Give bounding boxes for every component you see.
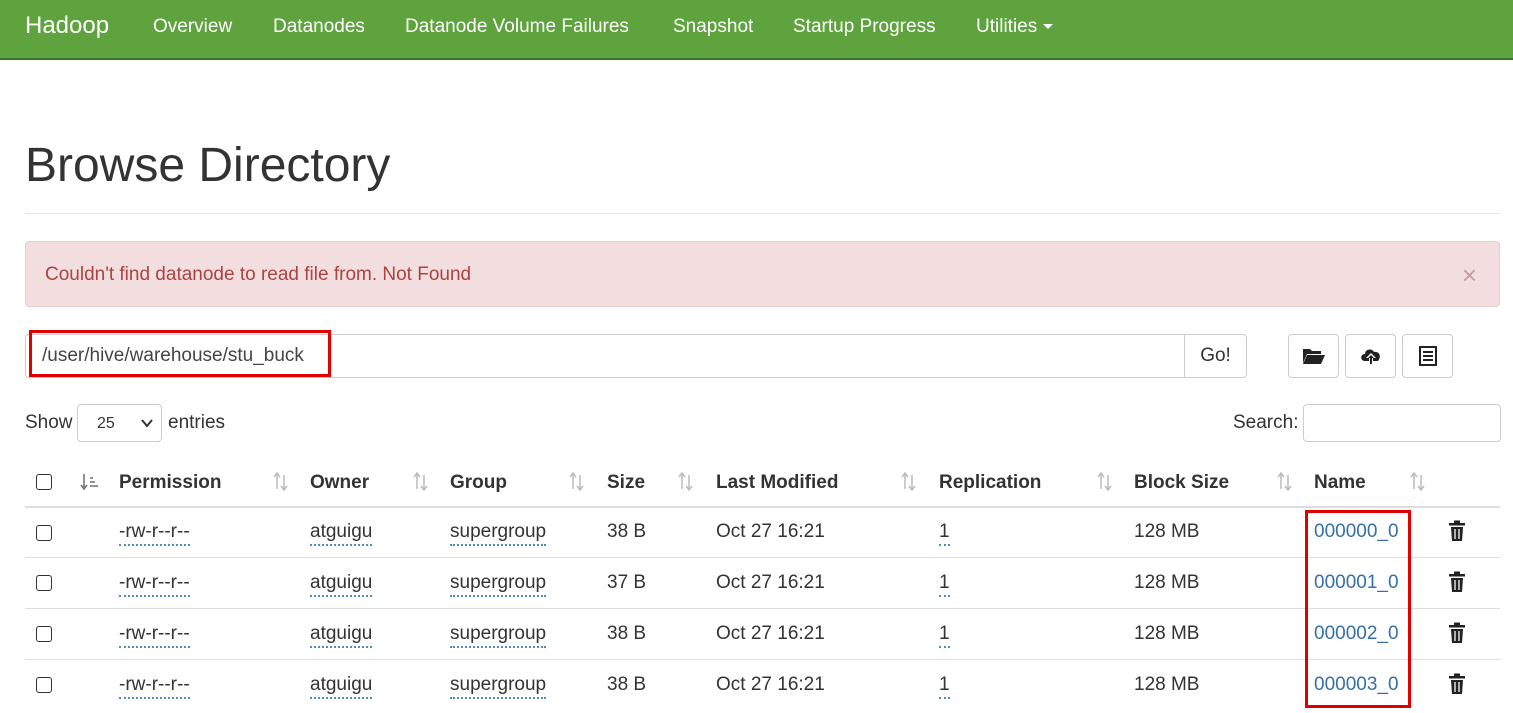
cell-replication[interactable]: 1 (939, 572, 950, 597)
title-divider (25, 213, 1500, 214)
cell-permission[interactable]: -rw-r--r-- (119, 572, 190, 597)
cell-replication[interactable]: 1 (939, 521, 950, 546)
caret-down-icon (1043, 24, 1054, 30)
col-replication[interactable]: Replication (939, 472, 1041, 494)
sort-icon[interactable] (677, 472, 695, 492)
cell-name-link[interactable]: 000001_0 (1314, 572, 1399, 594)
cell-owner[interactable]: atguigu (310, 674, 373, 699)
cell-size: 38 B (607, 521, 647, 542)
cell-size: 38 B (607, 674, 647, 695)
nav-utilities-label: Utilities (976, 16, 1038, 37)
cell-last-modified: Oct 27 16:21 (716, 572, 825, 593)
cell-permission[interactable]: -rw-r--r-- (119, 521, 190, 546)
select-all-checkbox[interactable] (36, 474, 52, 490)
table-row: -rw-r--r-- atguigu supergroup 37 B Oct 2… (25, 558, 1500, 609)
col-group[interactable]: Group (450, 472, 507, 494)
cell-group[interactable]: supergroup (450, 623, 547, 648)
folder-open-icon (1302, 349, 1325, 364)
sort-icon[interactable] (900, 472, 918, 492)
row-checkbox[interactable] (36, 677, 52, 693)
cell-size: 38 B (607, 623, 647, 644)
nav-utilities-dropdown[interactable]: Utilities (976, 16, 1054, 38)
sort-icon[interactable] (1409, 472, 1427, 492)
brand-logo[interactable]: Hadoop (25, 12, 109, 40)
page-title: Browse Directory (25, 139, 391, 192)
table-row: -rw-r--r-- atguigu supergroup 38 B Oct 2… (25, 609, 1500, 660)
cell-group[interactable]: supergroup (450, 521, 547, 546)
cell-replication[interactable]: 1 (939, 623, 950, 648)
nav-datanode-volume-failures[interactable]: Datanode Volume Failures (405, 16, 629, 38)
navbar: Hadoop Overview Datanodes Datanode Volum… (0, 0, 1513, 60)
trash-icon[interactable] (1448, 622, 1466, 644)
trash-icon[interactable] (1448, 520, 1466, 542)
cell-owner[interactable]: atguigu (310, 521, 373, 546)
cut-paste-button[interactable] (1402, 334, 1453, 378)
entries-label: entries (168, 412, 226, 433)
nav-overview[interactable]: Overview (153, 16, 232, 38)
cell-name-link[interactable]: 000000_0 (1314, 521, 1399, 543)
page-size-select[interactable]: 25 (77, 404, 162, 442)
trash-icon[interactable] (1448, 673, 1466, 695)
col-last-modified[interactable]: Last Modified (716, 472, 838, 494)
trash-icon[interactable] (1448, 571, 1466, 593)
sort-asc-icon[interactable] (80, 472, 100, 492)
cell-last-modified: Oct 27 16:21 (716, 623, 825, 644)
table-row: -rw-r--r-- atguigu supergroup 38 B Oct 2… (25, 660, 1500, 711)
cell-owner[interactable]: atguigu (310, 572, 373, 597)
upload-cloud-icon (1360, 349, 1380, 364)
cell-group[interactable]: supergroup (450, 572, 547, 597)
row-checkbox[interactable] (36, 626, 52, 642)
col-owner[interactable]: Owner (310, 472, 369, 494)
show-label: Show (25, 412, 73, 433)
cell-group[interactable]: supergroup (450, 674, 547, 699)
cell-block-size: 128 MB (1134, 674, 1200, 695)
cell-block-size: 128 MB (1134, 572, 1200, 593)
table-row: -rw-r--r-- atguigu supergroup 38 B Oct 2… (25, 507, 1500, 558)
row-checkbox[interactable] (36, 575, 52, 591)
col-block-size[interactable]: Block Size (1134, 472, 1229, 494)
create-directory-button[interactable] (1288, 334, 1339, 378)
nav-startup-progress[interactable]: Startup Progress (793, 16, 936, 38)
chevron-down-icon (141, 419, 153, 428)
sort-icon[interactable] (1096, 472, 1114, 492)
list-icon (1418, 346, 1437, 366)
col-size[interactable]: Size (607, 472, 645, 494)
error-alert: Couldn't find datanode to read file from… (25, 241, 1500, 307)
cell-name-link[interactable]: 000003_0 (1314, 674, 1399, 696)
cell-replication[interactable]: 1 (939, 674, 950, 699)
page-size-value: 25 (97, 415, 115, 432)
sort-icon[interactable] (412, 472, 430, 492)
cell-permission[interactable]: -rw-r--r-- (119, 623, 190, 648)
cell-last-modified: Oct 27 16:21 (716, 521, 825, 542)
sort-icon[interactable] (1276, 472, 1294, 492)
nav-snapshot[interactable]: Snapshot (673, 16, 753, 38)
close-icon[interactable]: × (1462, 262, 1477, 288)
cell-block-size: 128 MB (1134, 623, 1200, 644)
search-label: Search: (1233, 412, 1299, 433)
col-permission[interactable]: Permission (119, 472, 221, 494)
nav-datanodes[interactable]: Datanodes (273, 16, 365, 38)
cell-block-size: 128 MB (1134, 521, 1200, 542)
path-input[interactable] (25, 334, 1185, 378)
cell-last-modified: Oct 27 16:21 (716, 674, 825, 695)
go-button[interactable]: Go! (1184, 334, 1247, 378)
cell-name-link[interactable]: 000002_0 (1314, 623, 1399, 645)
sort-icon[interactable] (568, 472, 586, 492)
cell-size: 37 B (607, 572, 647, 593)
cell-owner[interactable]: atguigu (310, 623, 373, 648)
alert-message: Couldn't find datanode to read file from… (45, 264, 472, 285)
upload-button[interactable] (1345, 334, 1396, 378)
sort-icon[interactable] (272, 472, 290, 492)
cell-permission[interactable]: -rw-r--r-- (119, 674, 190, 699)
search-input[interactable] (1303, 404, 1501, 442)
row-checkbox[interactable] (36, 525, 52, 541)
col-name[interactable]: Name (1314, 472, 1366, 494)
